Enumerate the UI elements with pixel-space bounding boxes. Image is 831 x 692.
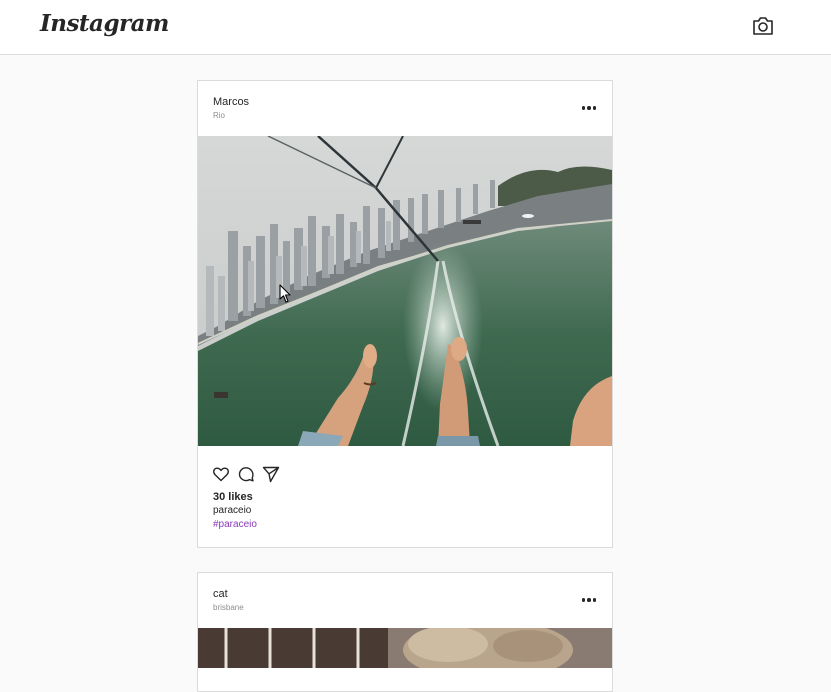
post-header: cat brisbane (198, 573, 612, 628)
post-username[interactable]: Marcos (213, 96, 249, 108)
mouse-cursor-icon (279, 284, 291, 303)
share-icon[interactable] (262, 465, 280, 483)
post-photo[interactable] (198, 628, 612, 668)
cat-photo (198, 628, 612, 668)
feed-post: Marcos Rio 30 likes paraceio #paraceio (197, 80, 613, 548)
more-options-icon[interactable] (580, 101, 598, 115)
more-options-icon[interactable] (580, 593, 598, 607)
post-caption: paraceio (213, 505, 252, 516)
comment-icon[interactable] (237, 465, 255, 483)
post-actions (212, 465, 280, 483)
instagram-logo[interactable]: Instagram (40, 10, 169, 37)
camera-icon[interactable] (752, 16, 774, 36)
parasailing-photo (198, 136, 612, 446)
feed-post: cat brisbane (197, 572, 613, 692)
post-location[interactable]: brisbane (213, 603, 244, 612)
heart-icon[interactable] (212, 465, 230, 483)
top-navigation-bar: Instagram (0, 0, 831, 55)
post-photo[interactable] (198, 136, 612, 446)
post-username[interactable]: cat (213, 588, 228, 600)
post-location[interactable]: Rio (213, 111, 225, 120)
likes-count[interactable]: 30 likes (213, 491, 253, 503)
hashtag-link[interactable]: #paraceio (213, 519, 257, 530)
post-header: Marcos Rio (198, 81, 612, 136)
